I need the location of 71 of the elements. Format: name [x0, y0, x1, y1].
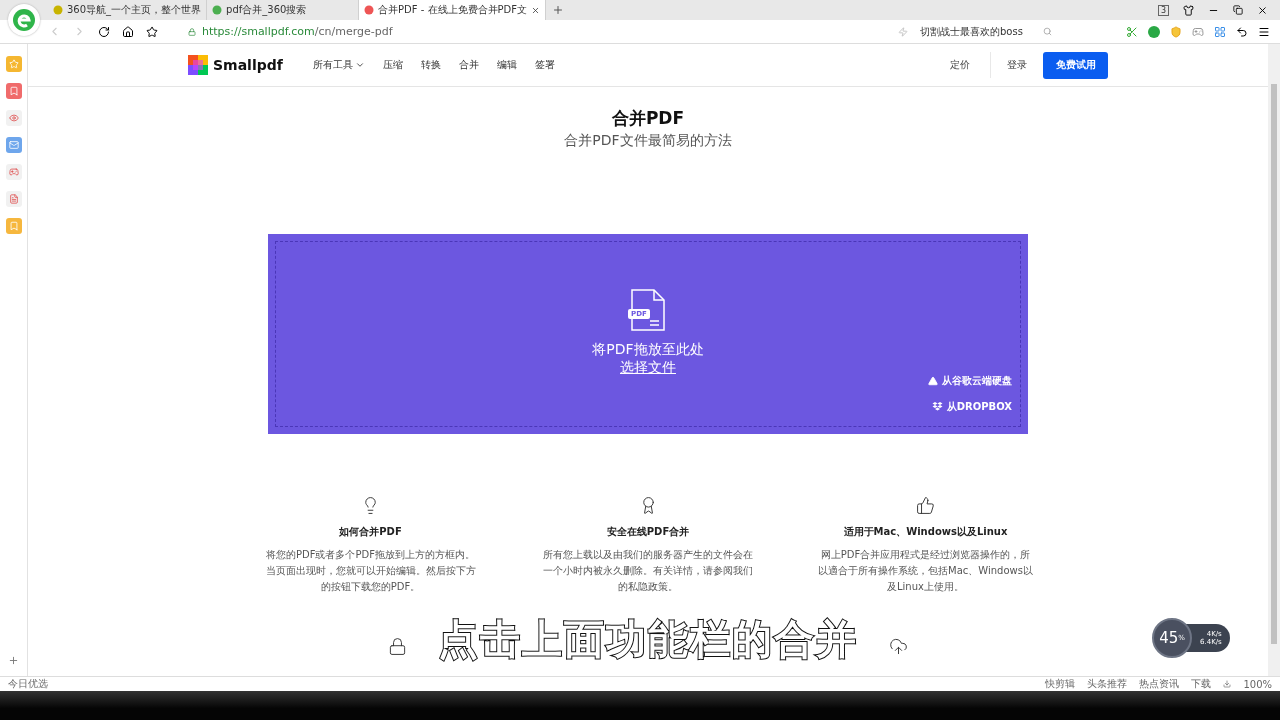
- feature-text: 网上PDF合并应用程式是经过浏览器操作的，所以適合于所有操作系统，包括Mac、Windows以及Linux上使用。: [818, 548, 1033, 594]
- sidebar-app-icon[interactable]: [5, 83, 22, 99]
- logo-text[interactable]: Smallpdf: [213, 57, 283, 73]
- search-field[interactable]: 切割战士最喜欢的boss: [920, 24, 1090, 39]
- status-link[interactable]: 快剪辑: [1045, 677, 1076, 691]
- feature-text: 将您的PDF或者多个PDF拖放到上方的方框内。当页面出现时，您就可以开始编辑。然后按下方的按钮下载您的PDF。: [264, 548, 477, 594]
- page-subtitle: 合并PDF文件最简易的方法: [564, 132, 732, 150]
- status-link[interactable]: 下载: [1191, 677, 1212, 691]
- file-icon: [630, 289, 666, 331]
- sidebar-app-icon[interactable]: [5, 137, 22, 153]
- thumbs-up-icon: [916, 496, 935, 515]
- favicon-icon: [53, 5, 63, 15]
- video-caption: 点击上面功能栏的合并: [438, 615, 858, 664]
- restore-icon[interactable]: [1233, 5, 1243, 15]
- feature-text: 所有您上载以及由我们的服务器产生的文件会在一个小时内被永久删除。有关详情，请参阅我们的私隐政策。: [542, 548, 754, 594]
- gamepad-icon[interactable]: [1192, 25, 1204, 38]
- bookmark-star-icon[interactable]: [146, 25, 158, 38]
- scissors-icon[interactable]: [1126, 25, 1138, 38]
- chevron-down-icon: [354, 60, 365, 70]
- shield-icon[interactable]: [1170, 25, 1182, 38]
- upload-source-link[interactable]: 从DROPBOX: [931, 400, 1012, 414]
- upload-source-link[interactable]: 从谷歌云端硬盘: [928, 374, 1012, 388]
- sidebar-app-icon[interactable]: [5, 56, 22, 72]
- feature-title: 适用于Mac、Windows以及Linux: [843, 525, 1008, 539]
- close-icon[interactable]: [1257, 4, 1268, 16]
- cloud-upload-icon: [889, 637, 908, 656]
- browser-tab[interactable]: 合并PDF - 在线上免费合并PDF文: [359, 0, 547, 20]
- reload-icon[interactable]: [98, 25, 110, 38]
- page-title: 合并PDF: [611, 107, 685, 130]
- status-text[interactable]: 今日优选: [8, 677, 48, 691]
- nav-link[interactable]: 压缩: [382, 58, 403, 72]
- new-tab-icon[interactable]: [552, 4, 565, 16]
- favicon-icon: [212, 5, 223, 15]
- apps-icon[interactable]: [1214, 25, 1226, 38]
- nav-link[interactable]: 签署: [534, 58, 555, 72]
- home-icon[interactable]: [122, 25, 134, 38]
- undo-icon[interactable]: [1236, 25, 1248, 38]
- nav-link[interactable]: 转换: [420, 58, 441, 72]
- scrollbar-thumb[interactable]: [1271, 84, 1277, 644]
- drop-prompt: 将PDF拖放至此处: [592, 341, 704, 359]
- circle-icon[interactable]: [1148, 25, 1160, 38]
- zoom-level[interactable]: 100%: [1243, 678, 1272, 690]
- lock-icon: [188, 27, 196, 36]
- status-link[interactable]: 热点资讯: [1139, 677, 1180, 691]
- drive-icon: [928, 376, 938, 386]
- sidebar-app-icon[interactable]: [5, 110, 22, 126]
- nav-link[interactable]: 编辑: [496, 58, 517, 72]
- skin-icon[interactable]: [1183, 4, 1194, 16]
- choose-file-link[interactable]: 选择文件: [620, 359, 676, 377]
- status-link[interactable]: 头条推荐: [1087, 677, 1128, 691]
- free-trial-button[interactable]: 免费试用: [1043, 51, 1108, 79]
- lock-icon: [388, 637, 407, 656]
- address-field[interactable]: https://smallpdf.com/cn/merge-pdf: [188, 25, 908, 38]
- lightning-icon[interactable]: [898, 26, 908, 37]
- favicon-icon: [364, 5, 375, 15]
- nav-link[interactable]: 合并: [458, 58, 479, 72]
- login-link[interactable]: 登录: [1007, 58, 1027, 72]
- dropbox-icon: [931, 402, 943, 412]
- feature-title: 如何合并PDF: [339, 525, 402, 539]
- browser-logo-icon[interactable]: [8, 4, 40, 36]
- download-icon[interactable]: [1223, 680, 1232, 688]
- smallpdf-logo-icon[interactable]: [188, 55, 208, 75]
- sidebar-app-icon[interactable]: [5, 218, 22, 234]
- tab-count[interactable]: 3: [1157, 4, 1169, 16]
- menu-icon[interactable]: [1258, 25, 1270, 38]
- feature-title: 安全在线PDF合并: [606, 525, 690, 539]
- sidebar-app-icon[interactable]: [5, 164, 22, 180]
- pricing-link[interactable]: 定价: [950, 52, 991, 78]
- sidebar-app-icon[interactable]: [5, 191, 22, 207]
- nav-link[interactable]: 所有工具: [312, 58, 365, 72]
- search-icon[interactable]: [1042, 27, 1052, 36]
